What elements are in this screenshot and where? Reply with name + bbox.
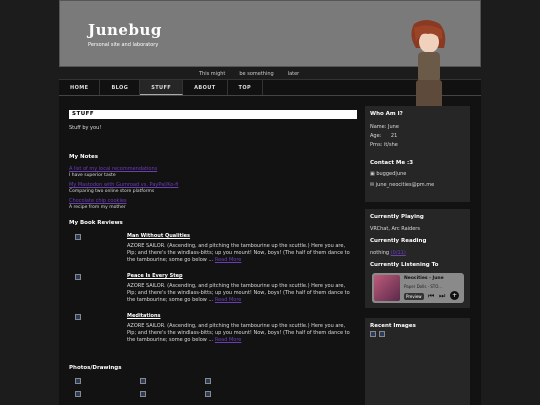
contact-handle[interactable]: bugged|une [376,171,406,177]
reviews-heading: My Book Reviews [69,220,123,226]
marquee-text-3: later [287,71,300,77]
name-label: Name: [370,124,387,130]
mail-icon: ✉ [370,182,375,188]
read-more-link[interactable]: Read More [215,257,242,263]
review-title[interactable]: Meditations [127,313,161,319]
recent-images-heading: Recent Images [370,323,416,329]
reading-progress[interactable]: (0/11) [391,250,406,256]
marquee: This might be something later [199,71,299,77]
about-heading: Who Am I? [370,111,403,117]
review-text: AZORE SAILOR. (Ascending, and pitching t… [127,243,355,264]
note-link[interactable]: Chocolate chip cookies [69,198,178,204]
note-desc: A recipe from my mother [69,205,126,210]
about-name-row: Name: June [370,124,465,130]
about-age-row: Age: 21 [370,133,465,139]
note-link[interactable]: A list of my local recommendations [69,166,178,172]
photo-thumbnail[interactable] [140,391,146,397]
recent-image-thumbnail[interactable] [370,331,376,337]
book-cover-image[interactable] [75,314,81,320]
album-art-image [374,275,400,301]
review-item: Man Without Qualities AZORE SAILOR. (Asc… [69,233,357,273]
track-title[interactable]: Neocities - June [404,276,444,281]
review-text: AZORE SAILOR. (Ascending, and pitching t… [127,323,355,344]
marquee-text-1: This might [199,71,226,77]
chat-icon: ▣ [370,171,375,177]
music-player-widget[interactable]: Neocities - June Paper Dolls · STO... Pr… [372,273,464,303]
review-item: Meditations AZORE SAILOR. (Ascending, an… [69,313,357,353]
contact-email-row: ✉ june_neocities@pm.me [370,182,465,188]
review-item: Peace Is Every Step AZORE SAILOR. (Ascen… [69,273,357,313]
track-artist[interactable]: Paper Dolls · STO... [404,284,442,289]
nav-home[interactable]: HOME [59,80,101,95]
note-item: My Mastodon with Gumroad vs. PayPal/Ko-f… [69,182,178,194]
recent-image-thumbnail[interactable] [379,331,385,337]
about-prns-row: Prns: it/she [370,142,465,148]
review-title[interactable]: Peace Is Every Step [127,273,183,279]
next-track-icon[interactable]: ⏭ [439,292,445,301]
reading-row: nothing (0/11) [370,250,465,256]
book-cover-image[interactable] [75,234,81,240]
review-text: AZORE SAILOR. (Ascending, and pitching t… [127,283,355,304]
marquee-text-2: be something [239,71,274,77]
play-button-icon[interactable]: + [450,291,459,300]
page-heading: STUFF [69,110,357,119]
photo-thumbnail[interactable] [205,391,211,397]
playing-value: VRChat, Arc Raiders [370,226,420,232]
age-label: Age: [370,133,382,139]
notes-heading: My Notes [69,154,98,160]
preview-badge: Preview [404,293,424,300]
note-item: Chocolate chip cookies A recipe from my … [69,198,178,210]
contact-handle-row: ▣ bugged|une [370,171,465,177]
nav-blog[interactable]: BLOG [100,80,141,95]
photo-thumbnail[interactable] [75,378,81,384]
nav-about[interactable]: ABOUT [183,80,228,95]
note-desc: I have superior taste [69,173,116,178]
page-intro: Stuff by you! [69,125,102,131]
note-item: A list of my local recommendations I hav… [69,166,178,178]
contact-email[interactable]: june_neocities@pm.me [376,182,434,188]
prev-track-icon[interactable]: ⏮ [428,292,434,301]
contact-heading: Contact Me :3 [370,160,414,166]
note-desc: Comparing two online store platforms [69,189,155,194]
photo-thumbnail[interactable] [205,378,211,384]
nav-top[interactable]: TOP [228,80,264,95]
playing-heading: Currently Playing [370,214,424,220]
notes-section: My Notes A list of my local recommendati… [69,154,178,210]
photos-heading: Photos/Drawings [69,365,122,371]
nav-stuff[interactable]: STUFF [140,80,184,95]
reading-heading: Currently Reading [370,238,427,244]
read-more-link[interactable]: Read More [215,337,242,343]
reading-value: nothing [370,250,390,256]
site-title: Junebug [88,21,162,39]
photo-thumbnail[interactable] [75,391,81,397]
age-value: 21 [390,133,398,139]
content-column: STUFF Stuff by you! My Notes A list of m… [69,110,357,397]
site-subtitle: Personal site and laboratory [88,42,159,48]
photo-thumbnail[interactable] [140,378,146,384]
listening-heading: Currently Listening To [370,262,439,268]
about-panel: Who Am I? Name: June Age: 21 Prns: it/sh… [365,106,470,202]
review-title[interactable]: Man Without Qualities [127,233,190,239]
recent-images-panel: Recent Images [365,318,470,405]
name-value: June [388,124,399,130]
prns-label: Prns: [370,142,383,148]
read-more-link[interactable]: Read More [215,297,242,303]
prns-value: it/she [383,142,398,148]
note-link[interactable]: My Mastodon with Gumroad vs. PayPal/Ko-f… [69,182,178,188]
book-cover-image[interactable] [75,274,81,280]
